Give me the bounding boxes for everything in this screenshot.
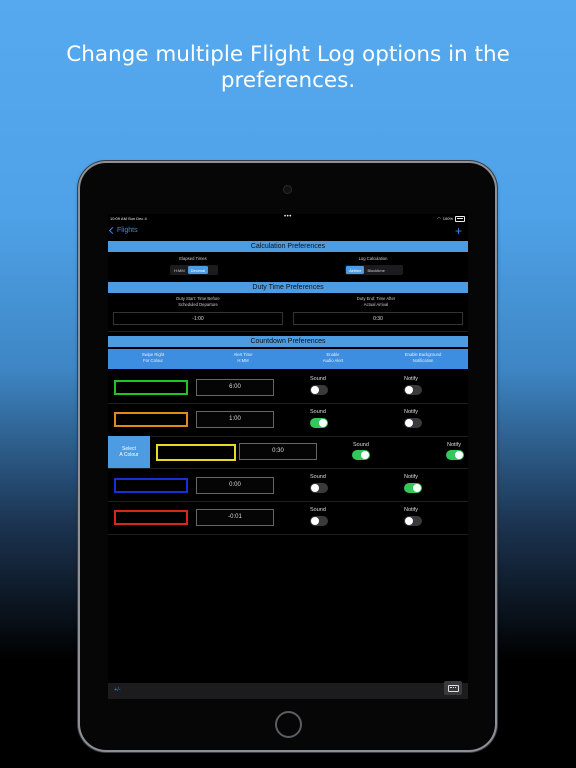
- column-swipe-right-line-2: For Colour: [143, 357, 163, 363]
- countdown-row-swiped[interactable]: Select A Colour 0:30 Sound Notify: [108, 436, 468, 469]
- duty-start-label-line-2: Scheduled Departure: [178, 301, 218, 307]
- segment-blocktime[interactable]: Blocktime: [364, 266, 387, 274]
- headline-line-2: preferences.: [220, 68, 356, 93]
- select-colour-line-2: A Colour: [119, 452, 139, 458]
- ipad-frame: 10:09 AM Sun Dec 4 ••• ◠ 100% Flights + …: [80, 163, 495, 750]
- duty-start-label: Duty Start: Time Before Scheduled Depart…: [148, 296, 248, 307]
- notify-toggle[interactable]: [404, 385, 422, 395]
- notify-toggle[interactable]: [446, 450, 464, 460]
- alert-time-input[interactable]: 0:00: [196, 477, 274, 494]
- column-swipe-right: Swipe Right For Colour: [113, 352, 193, 363]
- elapsed-times-label: Elapsed Times: [179, 256, 207, 261]
- plus-minus-button[interactable]: +/-: [114, 687, 121, 693]
- toggle-knob: [405, 419, 413, 427]
- notify-label: Notify: [404, 474, 419, 480]
- duty-time-preferences-header: Duty Time Preferences: [108, 282, 468, 293]
- headline-line-1: Change multiple Flight Log options in th…: [66, 42, 510, 67]
- battery-percent: 100%: [442, 216, 453, 222]
- toggle-knob: [311, 386, 319, 394]
- countdown-column-headers: Swipe Right For Colour Alert Time H:MM E…: [108, 349, 468, 369]
- column-alert-time: Alert Time H:MM: [203, 352, 283, 363]
- status-time: 10:09 AM Sun Dec 4: [110, 216, 147, 221]
- notify-toggle[interactable]: [404, 418, 422, 428]
- segment-hmm[interactable]: H:MM: [171, 266, 188, 274]
- camera-icon: [283, 185, 292, 194]
- elapsed-times-segmented-control: H:MM Decimal: [170, 265, 218, 275]
- back-label: Flights: [117, 227, 138, 234]
- sound-toggle[interactable]: [310, 483, 328, 493]
- keyboard-button[interactable]: [444, 681, 462, 695]
- notify-label: Notify: [404, 376, 419, 382]
- toggle-knob: [319, 419, 327, 427]
- add-button[interactable]: +: [455, 224, 462, 238]
- toggle-knob: [405, 386, 413, 394]
- segment-airtime[interactable]: Airtime: [346, 266, 365, 274]
- colour-swatch[interactable]: [156, 444, 236, 461]
- sound-label: Sound: [310, 376, 326, 382]
- notify-label: Notify: [404, 507, 419, 513]
- alert-time-input[interactable]: 1:00: [196, 411, 274, 428]
- status-right: ◠ 100%: [437, 216, 465, 222]
- bottom-toolbar: +/-: [108, 681, 468, 699]
- toggle-knob: [311, 484, 319, 492]
- home-button[interactable]: [275, 711, 302, 738]
- toggle-knob: [413, 484, 421, 492]
- sound-label: Sound: [353, 442, 369, 448]
- toggle-knob: [361, 451, 369, 459]
- column-enable-audio-line-2: Audio Alert: [322, 357, 344, 363]
- toggle-knob: [311, 517, 319, 525]
- sound-label: Sound: [310, 409, 326, 415]
- column-alert-time-line-2: H:MM: [237, 357, 249, 363]
- notify-label: Notify: [404, 409, 419, 415]
- duty-end-label-line-2: Actual Arrival: [363, 301, 389, 307]
- colour-swatch[interactable]: [114, 510, 188, 525]
- headline: Change multiple Flight Log options in th…: [0, 42, 576, 94]
- select-colour-button[interactable]: Select A Colour: [108, 436, 150, 468]
- colour-swatch[interactable]: [114, 478, 188, 493]
- app-screen: 10:09 AM Sun Dec 4 ••• ◠ 100% Flights + …: [108, 214, 468, 699]
- colour-swatch[interactable]: [114, 380, 188, 395]
- notify-toggle[interactable]: [404, 483, 422, 493]
- countdown-row[interactable]: 1:00 Sound Notify: [108, 404, 468, 437]
- colour-swatch[interactable]: [114, 412, 188, 427]
- duty-end-label: Duty End: Time After Actual Arrival: [326, 296, 426, 307]
- alert-time-input[interactable]: -0:01: [196, 509, 274, 526]
- wifi-icon: ◠: [437, 216, 441, 222]
- sound-toggle[interactable]: [310, 385, 328, 395]
- countdown-preferences-header: Countdown Preferences: [108, 336, 468, 347]
- log-calculation-segmented-control: Airtime Blocktime: [345, 265, 403, 275]
- back-button[interactable]: Flights: [108, 226, 138, 235]
- column-enable-notification: Enable Background Notification: [383, 352, 463, 363]
- countdown-row[interactable]: -0:01 Sound Notify: [108, 502, 468, 535]
- sound-label: Sound: [310, 507, 326, 513]
- battery-icon: [455, 216, 465, 222]
- notify-label: Notify: [447, 442, 462, 448]
- navigation-bar: Flights +: [108, 224, 468, 239]
- sound-toggle[interactable]: [310, 418, 328, 428]
- multitasking-dots-icon[interactable]: •••: [284, 214, 292, 220]
- status-bar: 10:09 AM Sun Dec 4 ••• ◠ 100%: [108, 214, 468, 224]
- countdown-row[interactable]: 6:00 Sound Notify: [108, 371, 468, 404]
- sound-toggle[interactable]: [310, 516, 328, 526]
- keyboard-icon: [447, 684, 459, 692]
- divider: [108, 331, 468, 332]
- chevron-left-icon: [108, 226, 117, 235]
- calculation-preferences-header: Calculation Preferences: [108, 241, 468, 252]
- log-calculation-label: Log Calculation: [358, 256, 388, 261]
- duty-end-input[interactable]: 0:30: [293, 312, 463, 325]
- alert-time-input[interactable]: 6:00: [196, 379, 274, 396]
- toggle-knob: [455, 451, 463, 459]
- column-enable-audio: Enable Audio Alert: [293, 352, 373, 363]
- segment-decimal[interactable]: Decimal: [187, 266, 209, 274]
- duty-start-input[interactable]: -1:00: [113, 312, 283, 325]
- sound-toggle[interactable]: [352, 450, 370, 460]
- sound-label: Sound: [310, 474, 326, 480]
- column-enable-notification-line-2: Notification: [412, 357, 434, 363]
- toggle-knob: [405, 517, 413, 525]
- alert-time-input[interactable]: 0:30: [239, 443, 317, 460]
- countdown-row[interactable]: 0:00 Sound Notify: [108, 469, 468, 502]
- notify-toggle[interactable]: [404, 516, 422, 526]
